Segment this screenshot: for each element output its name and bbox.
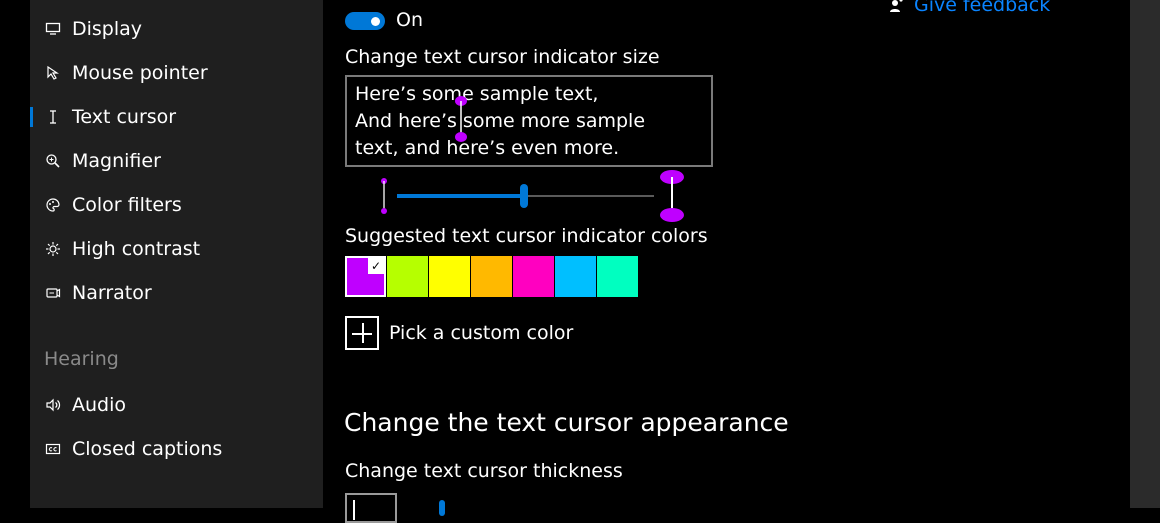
settings-content: On Give feedback Change text cursor indi… — [323, 0, 1130, 523]
mouse-pointer-icon — [44, 64, 62, 82]
sidebar-item-label: Magnifier — [72, 150, 161, 172]
color-swatch-row: ✓ — [345, 256, 638, 297]
color-swatch[interactable] — [513, 256, 554, 297]
feedback-label: Give feedback — [914, 0, 1051, 16]
pick-custom-color-button[interactable]: Pick a custom color — [345, 316, 573, 350]
sidebar-item-label: Mouse pointer — [72, 62, 208, 84]
narrator-icon — [44, 284, 62, 302]
window-right-edge — [1130, 0, 1160, 508]
slider-fill — [397, 194, 525, 198]
sidebar-item-mouse-pointer[interactable]: Mouse pointer — [30, 53, 323, 93]
sidebar-item-label: Color filters — [72, 194, 182, 216]
sidebar-item-text-cursor[interactable]: Text cursor — [30, 97, 323, 137]
high-contrast-icon — [44, 240, 62, 258]
hearing-heading: Hearing — [44, 348, 119, 370]
give-feedback-link[interactable]: Give feedback — [888, 0, 1050, 16]
color-swatch[interactable] — [555, 256, 596, 297]
sidebar-item-label: Audio — [72, 394, 127, 416]
sidebar-item-label: Closed captions — [72, 438, 223, 460]
text-cursor-icon — [44, 108, 62, 126]
sidebar-item-label: High contrast — [72, 238, 201, 260]
sample-line: text, and here’s even more. — [355, 137, 620, 159]
sample-line: And here’s some more sample — [355, 110, 646, 132]
sidebar-item-closed-captions[interactable]: Closed captions — [30, 429, 323, 469]
sidebar-item-label: Text cursor — [72, 106, 177, 128]
indicator-toggle[interactable] — [345, 12, 385, 30]
audio-icon — [44, 396, 62, 414]
color-swatch[interactable] — [387, 256, 428, 297]
text-cursor-indicator-preview — [455, 96, 467, 142]
selection-indicator — [30, 107, 33, 127]
sidebar-item-label: Narrator — [72, 282, 152, 304]
toggle-state-label: On — [396, 9, 423, 31]
checkmark-icon: ✓ — [368, 258, 384, 274]
color-swatch[interactable] — [471, 256, 512, 297]
indicator-size-slider[interactable] — [323, 170, 743, 226]
color-swatch[interactable] — [597, 256, 638, 297]
sample-line: Here’s some sample text, — [355, 83, 599, 105]
cursor-bar-preview — [353, 500, 355, 520]
sidebar-item-audio[interactable]: Audio — [30, 385, 323, 425]
slider-thumb[interactable] — [520, 184, 528, 208]
appearance-section-title: Change the text cursor appearance — [344, 408, 789, 437]
thickness-slider-thumb[interactable] — [439, 500, 445, 516]
indicator-size-label: Change text cursor indicator size — [345, 46, 660, 68]
toggle-knob — [371, 17, 380, 26]
sidebar-item-color-filters[interactable]: Color filters — [30, 185, 323, 225]
plus-icon — [345, 316, 379, 350]
custom-color-label: Pick a custom color — [389, 322, 574, 344]
thickness-preview — [345, 493, 397, 523]
color-swatch[interactable]: ✓ — [345, 256, 386, 297]
suggested-colors-label: Suggested text cursor indicator colors — [345, 225, 708, 247]
sidebar-item-high-contrast[interactable]: High contrast — [30, 229, 323, 269]
color-swatch[interactable] — [429, 256, 470, 297]
large-indicator-icon — [660, 170, 684, 222]
sidebar-item-label: Display — [72, 18, 143, 40]
sidebar: Display Mouse pointer Text cursor Magnif… — [30, 0, 323, 508]
sample-text-preview: Here’s some sample text, And here’s some… — [345, 75, 713, 167]
thickness-label: Change text cursor thickness — [345, 460, 623, 482]
small-indicator-icon — [381, 178, 387, 214]
magnifier-icon — [44, 152, 62, 170]
sidebar-item-magnifier[interactable]: Magnifier — [30, 141, 323, 181]
sidebar-item-narrator[interactable]: Narrator — [30, 273, 323, 313]
window-left-edge — [0, 0, 30, 508]
sidebar-item-display[interactable]: Display — [30, 9, 323, 49]
feedback-person-icon — [888, 0, 904, 13]
color-filters-icon — [44, 196, 62, 214]
closed-captions-icon — [44, 440, 62, 458]
display-icon — [44, 20, 62, 38]
